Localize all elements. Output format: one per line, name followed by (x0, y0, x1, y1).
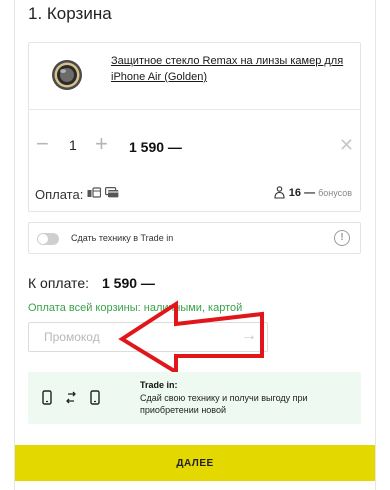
card-icon (105, 187, 119, 198)
promo-field: → (28, 322, 268, 352)
tradein-banner[interactable]: Trade in: Сдай свою технику и получи выг… (28, 372, 361, 424)
swap-icon (66, 391, 76, 404)
bonus-icon (274, 186, 285, 199)
plus-icon[interactable]: + (95, 133, 108, 155)
total-value: 1 590 — (102, 275, 155, 291)
minus-icon[interactable]: − (36, 133, 49, 155)
cart-item-card: Защитное стекло Remax на линзы камер для… (28, 42, 361, 212)
toggle-knob (38, 234, 48, 244)
bonus-info: 16 — бонусов (273, 186, 352, 199)
bonus-value: 16 — (288, 186, 316, 199)
total-label: К оплате: (28, 275, 89, 291)
quantity-value: 1 (69, 137, 77, 153)
phone-icon (42, 390, 52, 405)
tradein-toggle-row: Сдать технику в Trade in ! (28, 222, 361, 254)
right-border (375, 0, 376, 490)
tradein-banner-text: Сдай свою технику и получи выгоду при пр… (140, 393, 308, 415)
product-image[interactable] (49, 57, 85, 93)
left-border (14, 0, 15, 490)
tradein-banner-title: Trade in: (140, 380, 178, 390)
promo-input[interactable] (29, 323, 229, 351)
tradein-toggle-label: Сдать технику в Trade in (71, 233, 174, 243)
tradein-icons (42, 390, 100, 405)
payment-icons (87, 187, 119, 198)
payment-methods-text: Оплата всей корзины: наличными, картой (28, 302, 243, 314)
phone-icon (90, 390, 100, 405)
payment-label: Оплата: (35, 187, 84, 202)
cash-icon (87, 187, 101, 198)
close-icon[interactable]: ✕ (339, 135, 354, 156)
info-icon[interactable]: ! (334, 230, 350, 246)
page-title: 1. Корзина (28, 4, 112, 23)
product-name-link[interactable]: Защитное стекло Remax на линзы камер для… (111, 53, 356, 85)
bonus-label: бонусов (318, 187, 352, 198)
next-button[interactable]: ДАЛЕЕ (15, 445, 375, 481)
card-divider (29, 109, 360, 110)
item-price: 1 590 — (129, 139, 182, 155)
arrow-right-icon[interactable]: → (241, 327, 257, 345)
tradein-toggle[interactable] (37, 233, 59, 245)
